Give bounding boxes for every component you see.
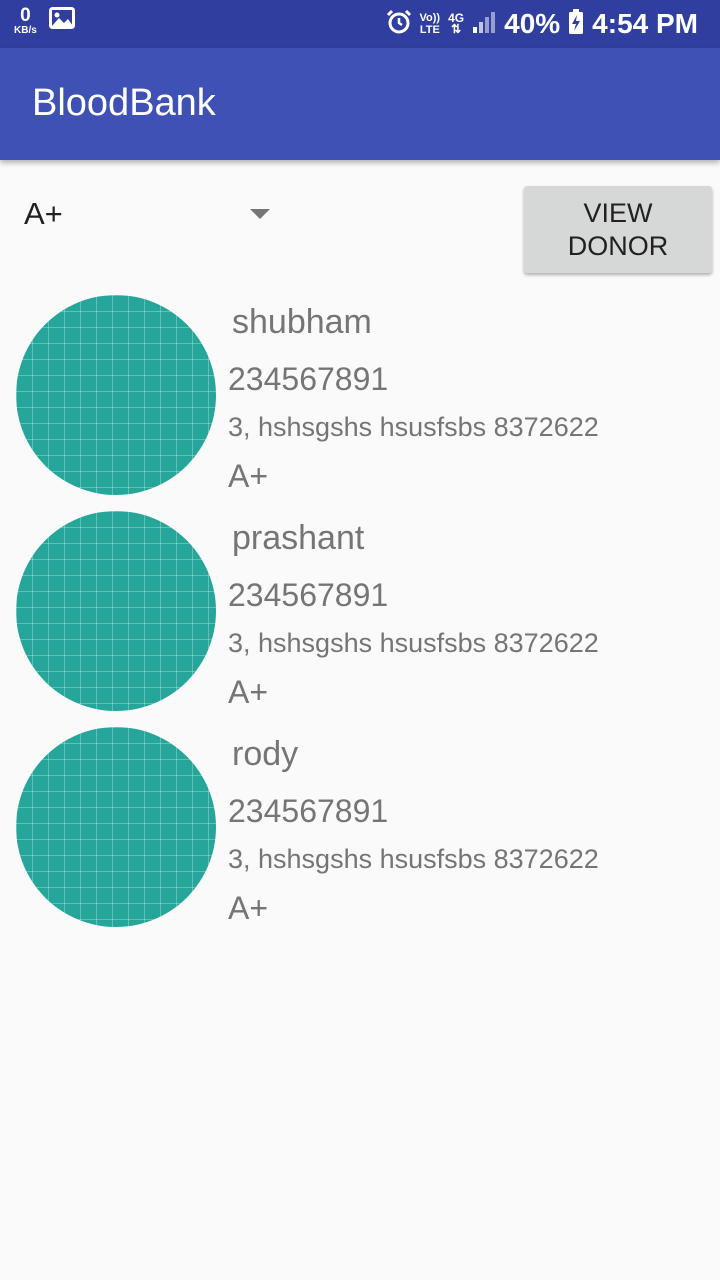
dropdown-arrow-icon <box>250 209 270 219</box>
clock: 4:54 PM <box>592 8 698 39</box>
donor-name: rody <box>232 735 299 773</box>
network-type: 4G ⇅ <box>448 12 464 36</box>
battery-percentage: 40% <box>504 8 561 39</box>
donor-address: 3, hshsgshs hsusfsbs 8372622 <box>228 844 599 874</box>
network-speed-unit: KB/s <box>14 25 37 36</box>
network-speed-value: 0 <box>20 5 31 26</box>
blood-group-selected: A+ <box>24 196 63 231</box>
donor-address: 3, hshsgshs hsusfsbs 8372622 <box>228 412 599 442</box>
donor-address: 3, hshsgshs hsusfsbs 8372622 <box>228 628 599 658</box>
volte-bottom-text: LTE <box>419 24 440 36</box>
view-donor-button-label: VIEW DONOR <box>567 197 669 261</box>
donor-phone: 234567891 <box>228 577 389 613</box>
blood-group-spinner[interactable]: A+ <box>0 186 290 242</box>
donor-blood-group: A+ <box>228 674 269 710</box>
battery-charging-icon <box>568 8 584 40</box>
view-donor-button[interactable]: VIEW DONOR <box>524 186 712 273</box>
network-speed: 0 KB/s <box>14 6 37 36</box>
alarm-icon <box>386 9 412 40</box>
app-bar: BloodBank <box>0 48 720 160</box>
data-arrows-icon: ⇅ <box>451 22 462 36</box>
volte-indicator: Vo)) LTE <box>420 12 441 36</box>
image-icon <box>48 6 75 35</box>
donor-name: shubham <box>232 303 372 341</box>
donor-phone: 234567891 <box>228 361 389 397</box>
donor-list-item[interactable]: prashant 234567891 3, hshsgshs hsusfsbs … <box>0 511 720 727</box>
donor-avatar <box>16 295 216 495</box>
signal-icon <box>472 10 496 39</box>
donor-phone: 234567891 <box>228 793 389 829</box>
donor-name: prashant <box>232 519 365 557</box>
donor-blood-group: A+ <box>228 458 269 494</box>
app-title: BloodBank <box>32 82 216 124</box>
volte-top-text: Vo)) <box>419 12 441 24</box>
donor-list-item[interactable]: rody 234567891 3, hshsgshs hsusfsbs 8372… <box>0 727 720 943</box>
donor-blood-group: A+ <box>228 890 269 926</box>
status-bar: 0 KB/s Vo)) LTE 4G ⇅ 40% 4:54 PM <box>0 0 720 48</box>
donor-avatar <box>16 727 216 927</box>
donor-list-item[interactable]: shubham 234567891 3, hshsgshs hsusfsbs 8… <box>0 295 720 511</box>
donor-avatar <box>16 511 216 711</box>
